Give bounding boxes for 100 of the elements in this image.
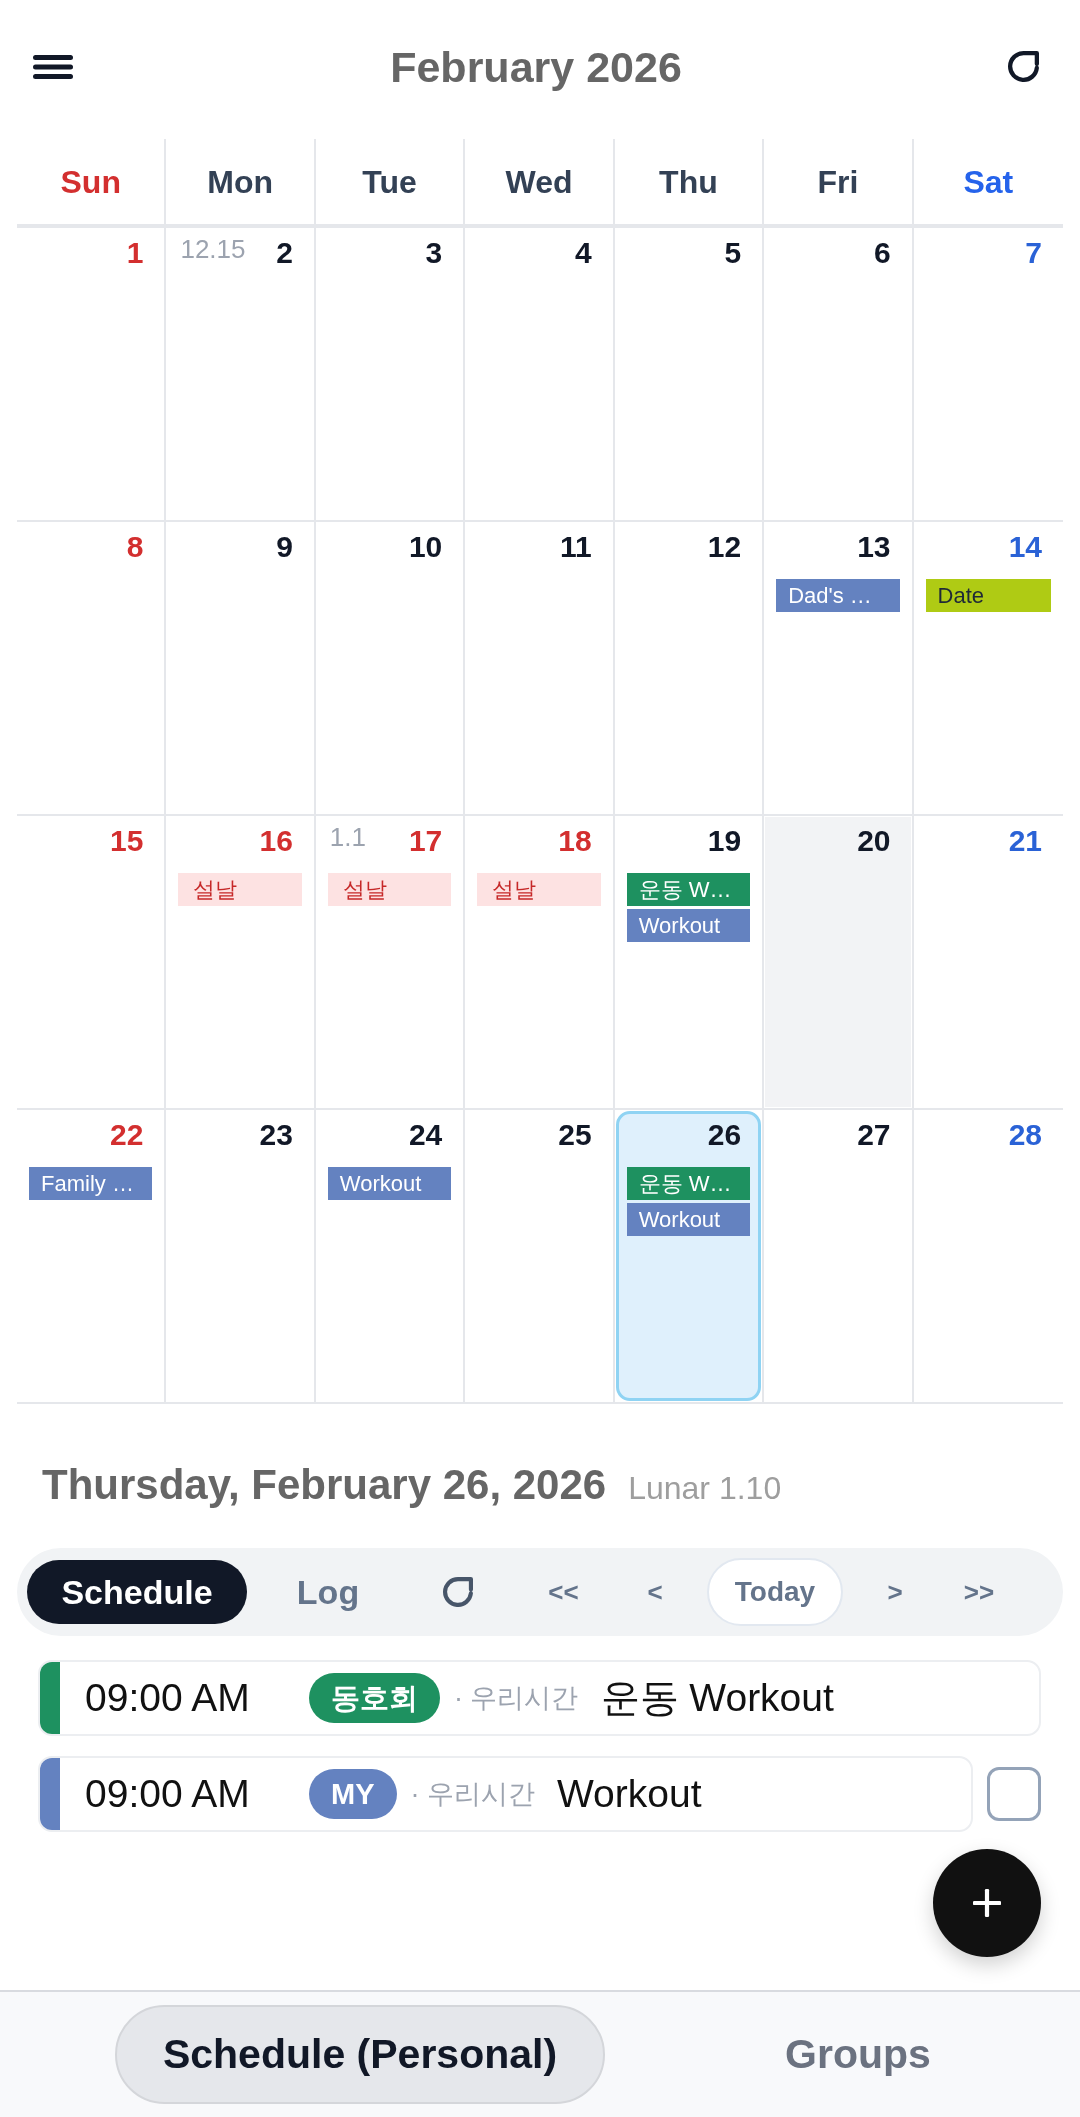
view-tab[interactable]: Schedule xyxy=(27,1560,247,1624)
plus-icon xyxy=(973,1889,1001,1917)
day-cell[interactable]: 23 xyxy=(167,1111,313,1401)
day-cell[interactable]: 28 xyxy=(914,1111,1062,1401)
menu-icon xyxy=(33,54,73,79)
day-number: 19 xyxy=(707,823,742,859)
day-number: 28 xyxy=(1008,1117,1042,1153)
day-cell[interactable]: 15 xyxy=(18,817,164,1107)
day-number: 2 xyxy=(276,235,293,271)
day-cell[interactable]: 10 xyxy=(316,523,463,813)
day-number: 5 xyxy=(724,235,742,271)
schedule-item[interactable]: 09:00 AM MY · 우리시간 Workout xyxy=(38,1756,973,1832)
lunar-date: 12.15 xyxy=(180,235,246,263)
day-cell[interactable]: 21 xyxy=(914,817,1062,1107)
calendar-event[interactable]: Family … xyxy=(29,1167,153,1200)
weekday-label: Thu xyxy=(659,162,718,201)
day-number: 23 xyxy=(259,1117,293,1153)
day-number: 9 xyxy=(276,529,293,565)
day-cell[interactable]: 7 xyxy=(914,229,1062,519)
event-time: 09:00 AM xyxy=(85,1674,251,1721)
weekday-label: Sat xyxy=(963,162,1014,201)
day-cell[interactable]: 8 xyxy=(18,523,164,813)
day-number: 25 xyxy=(558,1117,592,1153)
day-cell[interactable]: 25 xyxy=(466,1111,612,1401)
calendar-event[interactable]: 설날 xyxy=(327,873,452,906)
view-tab[interactable]: Log xyxy=(247,1560,409,1624)
calendar-event[interactable]: Dad's … xyxy=(776,579,900,612)
today-button[interactable]: Today xyxy=(707,1558,843,1626)
day-cell[interactable]: 26 운동 W… Workout xyxy=(615,1111,762,1401)
day-cell[interactable]: 20 xyxy=(765,817,911,1107)
day-number: 8 xyxy=(126,529,144,565)
day-cell[interactable]: 24 Workout xyxy=(316,1111,463,1401)
calendar-event[interactable]: Workout xyxy=(327,1167,452,1200)
nav-step-button[interactable]: > xyxy=(843,1560,947,1624)
day-number: 10 xyxy=(408,529,443,565)
nav-step-button[interactable]: < xyxy=(620,1560,690,1624)
selected-date-title: Thursday, February 26, 2026 xyxy=(42,1461,607,1509)
month-title: February 2026 xyxy=(390,41,682,93)
event-time: 09:00 AM xyxy=(85,1770,251,1817)
event-title: Workout xyxy=(557,1770,702,1817)
calendar-event[interactable]: 운동 W… xyxy=(626,1167,751,1200)
schedule-item[interactable]: 09:00 AM 동호회 · 우리시간 운동 Workout xyxy=(38,1660,1041,1736)
day-number: 3 xyxy=(425,235,443,271)
day-cell[interactable]: 12.15 2 xyxy=(167,229,313,519)
calendar-event[interactable]: Workout xyxy=(626,909,751,942)
group-tag: MY xyxy=(309,1769,397,1819)
nav-step-button[interactable]: << xyxy=(507,1560,620,1624)
day-cell[interactable]: 4 xyxy=(466,229,612,519)
calendar-event[interactable]: 설날 xyxy=(178,873,302,906)
day-cell[interactable]: 27 xyxy=(765,1111,911,1401)
day-number: 27 xyxy=(857,1117,891,1153)
task-checkbox[interactable] xyxy=(987,1767,1041,1821)
day-number: 6 xyxy=(873,235,891,271)
day-number: 1 xyxy=(126,235,144,271)
day-cell[interactable]: 6 xyxy=(765,229,911,519)
day-cell[interactable]: 11 xyxy=(466,523,612,813)
calendar-event[interactable]: Date xyxy=(925,579,1051,612)
day-number: 21 xyxy=(1008,823,1042,859)
day-number: 26 xyxy=(707,1117,742,1153)
weekday-label: Mon xyxy=(207,162,273,201)
calendar-label: · 우리시간 xyxy=(454,1681,579,1715)
refresh-icon xyxy=(1008,51,1039,82)
menu-button[interactable] xyxy=(33,54,73,79)
bottom-nav-tab[interactable]: Groups xyxy=(708,2005,1008,2104)
calendar-event[interactable]: 운동 W… xyxy=(626,873,751,906)
day-number: 4 xyxy=(575,235,592,271)
calendar-event[interactable]: 설날 xyxy=(477,873,601,906)
day-cell[interactable]: 5 xyxy=(615,229,762,519)
refresh-button[interactable] xyxy=(1008,51,1039,82)
day-cell[interactable]: 1.1 17 설날 xyxy=(316,817,463,1107)
day-number: 12 xyxy=(707,529,742,565)
calendar-event[interactable]: Workout xyxy=(626,1203,751,1236)
group-tag: 동호회 xyxy=(309,1673,440,1723)
weekday-label: Tue xyxy=(362,162,417,201)
day-number: 16 xyxy=(259,823,293,859)
day-number: 20 xyxy=(857,823,891,859)
refresh-icon xyxy=(443,1577,473,1607)
day-cell[interactable]: 18 설날 xyxy=(466,817,612,1107)
day-cell[interactable]: 14 Date xyxy=(914,523,1062,813)
day-cell[interactable]: 13 Dad's … xyxy=(765,523,911,813)
day-cell[interactable]: 19 운동 W… Workout xyxy=(615,817,762,1107)
lunar-date-label: Lunar 1.10 xyxy=(628,1469,782,1508)
nav-step-button[interactable]: >> xyxy=(947,1560,1011,1624)
day-number: 15 xyxy=(110,823,144,859)
lunar-date: 1.1 xyxy=(329,823,366,851)
day-number: 22 xyxy=(110,1117,144,1153)
day-cell[interactable]: 12 xyxy=(615,523,762,813)
weekday-label: Wed xyxy=(505,162,573,201)
bottom-nav-tab[interactable]: Schedule (Personal) xyxy=(115,2005,605,2104)
day-number: 13 xyxy=(857,529,891,565)
calendar-label: · 우리시간 xyxy=(410,1777,535,1811)
day-number: 7 xyxy=(1025,235,1042,271)
event-title: 운동 Workout xyxy=(600,1674,834,1721)
day-cell[interactable]: 1 xyxy=(18,229,164,519)
day-cell[interactable]: 9 xyxy=(167,523,313,813)
day-cell[interactable]: 22 Family … xyxy=(18,1111,164,1401)
day-cell[interactable]: 3 xyxy=(316,229,463,519)
day-number: 14 xyxy=(1008,529,1042,565)
day-cell[interactable]: 16 설날 xyxy=(167,817,313,1107)
day-number: 18 xyxy=(558,823,592,859)
